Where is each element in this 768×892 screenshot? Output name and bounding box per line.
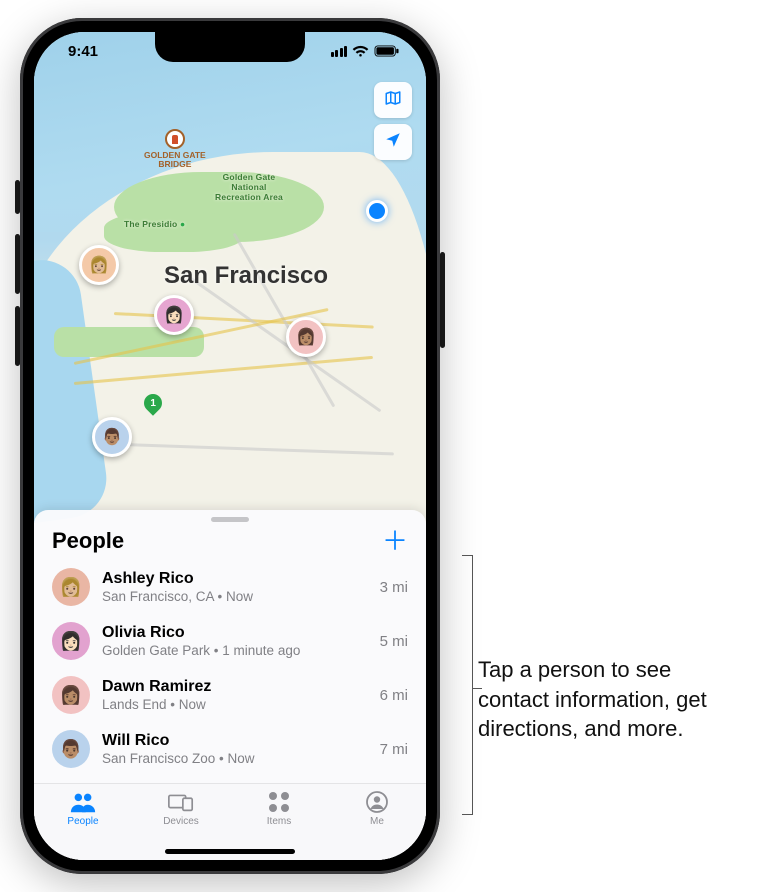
- avatar: 👩🏽: [52, 676, 90, 714]
- person-distance: 3 mi: [380, 579, 408, 596]
- home-indicator[interactable]: [165, 849, 295, 854]
- location-arrow-icon: [384, 131, 402, 154]
- map-person-pin[interactable]: 👩🏽: [286, 317, 326, 357]
- sheet-title: People: [52, 528, 124, 554]
- avatar: 👨🏽: [52, 730, 90, 768]
- tab-people-label: People: [67, 816, 98, 827]
- person-subtitle: San Francisco Zoo • Now: [102, 751, 368, 768]
- person-subtitle: Lands End • Now: [102, 697, 368, 714]
- map-icon: [383, 89, 403, 112]
- devices-icon: [167, 790, 195, 814]
- tab-devices[interactable]: Devices: [132, 784, 230, 852]
- locate-me-button[interactable]: [374, 124, 412, 160]
- avatar-emoji: 👩🏽: [289, 320, 323, 354]
- map-person-pin[interactable]: 👩🏼: [79, 245, 119, 285]
- person-name: Ashley Rico: [102, 569, 368, 589]
- poi-presidio: The Presidio ●: [124, 219, 185, 229]
- tab-people[interactable]: People: [34, 784, 132, 852]
- people-row[interactable]: 👩🏻 Olivia RicoGolden Gate Park • 1 minute…: [34, 614, 426, 668]
- map-city-label: San Francisco: [164, 262, 328, 290]
- person-distance: 5 mi: [380, 633, 408, 650]
- tab-me[interactable]: Me: [328, 784, 426, 852]
- person-distance: 7 mi: [380, 741, 408, 758]
- plus-icon: ＋: [382, 526, 408, 556]
- person-subtitle: Golden Gate Park • 1 minute ago: [102, 643, 368, 660]
- avatar-emoji: 👩🏻: [157, 298, 191, 332]
- tab-items[interactable]: Items: [230, 784, 328, 852]
- people-icon: [69, 790, 97, 814]
- screen: GOLDEN GATE BRIDGE Golden Gate National …: [34, 32, 426, 860]
- poi-ggnra: Golden Gate National Recreation Area: [194, 172, 304, 202]
- avatar: 👩🏻: [52, 622, 90, 660]
- items-icon: [265, 790, 293, 814]
- sheet-grabber[interactable]: [211, 517, 249, 522]
- person-name: Will Rico: [102, 731, 368, 751]
- map-person-pin[interactable]: 👩🏻: [154, 295, 194, 335]
- poi-ggb-l2: BRIDGE: [144, 160, 206, 169]
- people-row[interactable]: 👩🏽 Dawn RamirezLands End • Now 6 mi: [34, 668, 426, 722]
- avatar-emoji: 👩🏼: [82, 248, 116, 282]
- my-location-dot: [366, 200, 388, 222]
- avatar-emoji: 👨🏽: [95, 420, 129, 454]
- person-name: Dawn Ramirez: [102, 677, 368, 697]
- tab-devices-label: Devices: [163, 816, 199, 827]
- people-row[interactable]: 👨🏽 Will RicoSan Francisco Zoo • Now 7 mi: [34, 722, 426, 776]
- notch: [155, 32, 305, 62]
- person-distance: 6 mi: [380, 687, 408, 704]
- poi-golden-gate-bridge: GOLDEN GATE BRIDGE: [144, 129, 206, 168]
- status-time: 9:41: [68, 43, 98, 60]
- callout-bracket: [460, 555, 473, 815]
- me-icon: [363, 790, 391, 814]
- tab-me-label: Me: [370, 816, 384, 827]
- wifi-icon: [352, 45, 369, 57]
- person-subtitle: San Francisco, CA • Now: [102, 589, 368, 606]
- map-person-pin[interactable]: 👨🏽: [92, 417, 132, 457]
- callout-text: Tap a person to see contact information,…: [478, 655, 738, 744]
- power-button: [440, 252, 445, 348]
- cellular-signal-icon: [331, 46, 348, 57]
- iphone-frame: GOLDEN GATE BRIDGE Golden Gate National …: [20, 18, 440, 874]
- people-row[interactable]: 👩🏼 Ashley RicoSan Francisco, CA • Now 3 mi: [34, 560, 426, 614]
- map-mode-button[interactable]: [374, 82, 412, 118]
- avatar: 👩🏼: [52, 568, 90, 606]
- add-person-button[interactable]: ＋: [382, 528, 408, 554]
- person-name: Olivia Rico: [102, 623, 368, 643]
- battery-icon: [374, 45, 400, 57]
- tab-items-label: Items: [267, 816, 291, 827]
